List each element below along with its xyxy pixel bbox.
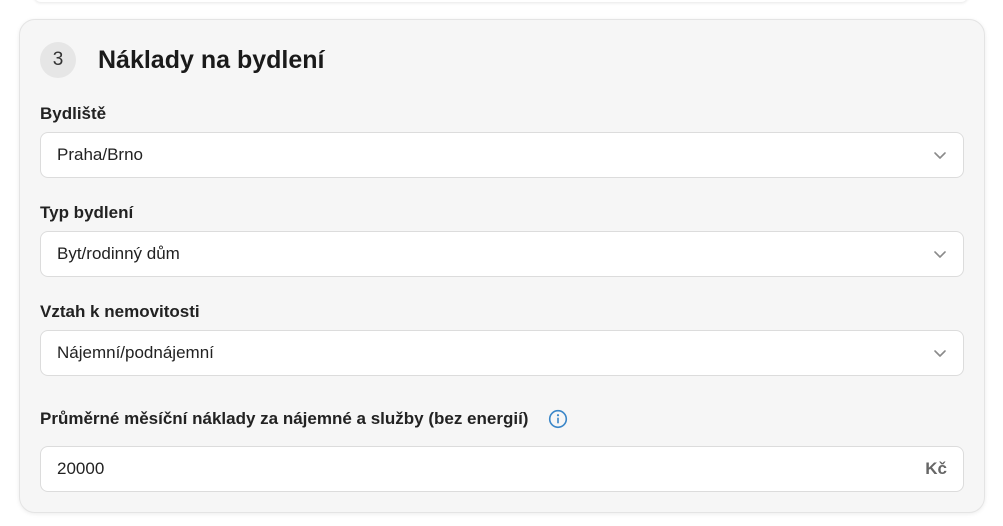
property-relation-select[interactable]: Nájemní/podnájemní — [40, 330, 964, 376]
residence-select[interactable]: Praha/Brno — [40, 132, 964, 178]
housing-type-label: Typ bydlení — [40, 203, 133, 223]
monthly-costs-label: Průměrné měsíční náklady za nájemné a sl… — [40, 409, 568, 429]
info-icon[interactable] — [548, 409, 568, 429]
section-header: 3 Náklady na bydlení — [40, 42, 324, 78]
section-title: Náklady na bydlení — [98, 45, 325, 74]
step-number-badge: 3 — [40, 42, 76, 78]
housing-type-label-text: Typ bydlení — [40, 203, 134, 222]
monthly-costs-field[interactable]: Kč — [40, 446, 964, 492]
property-relation-label: Vztah k nemovitosti — [40, 302, 200, 322]
residence-select-value: Praha/Brno — [57, 145, 143, 164]
property-relation-select-value: Nájemní/podnájemní — [57, 343, 214, 362]
residence-label: Bydliště — [40, 104, 106, 124]
monthly-costs-input[interactable] — [57, 459, 857, 479]
currency-unit: Kč — [925, 459, 947, 478]
chevron-down-icon — [933, 148, 947, 162]
housing-type-select[interactable]: Byt/rodinný dům — [40, 231, 964, 277]
chevron-down-icon — [933, 247, 947, 261]
housing-costs-section: 3 Náklady na bydlení Bydliště Praha/Brno… — [19, 19, 985, 513]
property-relation-label-text: Vztah k nemovitosti — [40, 302, 200, 321]
previous-section-card — [34, 0, 968, 2]
monthly-costs-label-text: Průměrné měsíční náklady za nájemné a sl… — [40, 409, 529, 428]
residence-label-text: Bydliště — [40, 104, 107, 123]
housing-type-select-value: Byt/rodinný dům — [57, 244, 180, 263]
chevron-down-icon — [933, 346, 947, 360]
